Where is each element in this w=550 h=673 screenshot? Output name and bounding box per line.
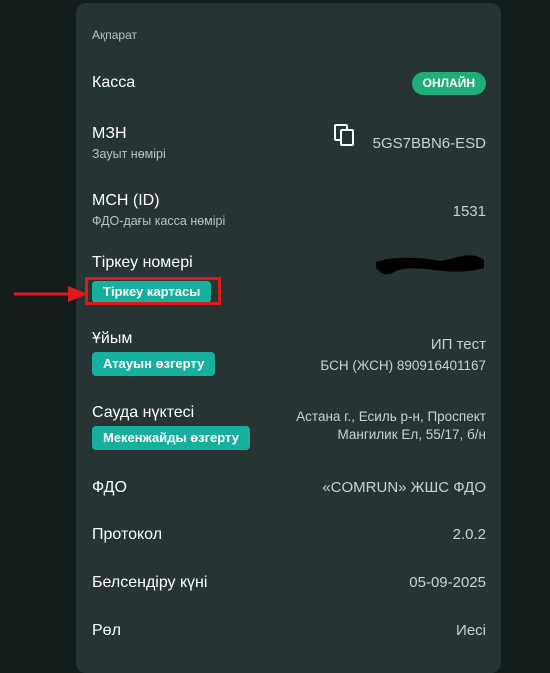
protocol-label: Протокол xyxy=(92,526,163,543)
copy-icon[interactable] xyxy=(334,124,356,153)
row-role: Рөл Иесі xyxy=(92,622,486,644)
registration-label: Тіркеу номері xyxy=(92,254,193,271)
mzn-label: МЗН xyxy=(92,125,127,142)
change-address-button[interactable]: Мекенжайды өзгерту xyxy=(92,426,250,450)
section-title: Ақпарат xyxy=(92,28,138,42)
fdo-value: «COMRUN» ЖШС ФДО xyxy=(322,479,486,496)
activation-label: Белсендіру күні xyxy=(92,574,208,591)
row-protocol: Протокол 2.0.2 xyxy=(92,526,486,548)
fdo-label: ФДО xyxy=(92,479,127,496)
mzn-value: 5GS7BBN6-ESD xyxy=(372,135,486,152)
address-line2: Мангилик Ел, 55/17, б/н xyxy=(337,427,486,442)
mch-value: 1531 xyxy=(452,203,486,220)
annotation-arrow-icon xyxy=(14,285,90,308)
organization-label: Ұйым xyxy=(92,330,133,347)
protocol-value: 2.0.2 xyxy=(452,526,486,543)
row-kassa: Касса ОНЛАЙН xyxy=(92,72,486,98)
info-card: Ақпарат Касса ОНЛАЙН МЗН Зауыт нөмірі 5G… xyxy=(76,3,501,673)
organization-name: ИП тест xyxy=(430,336,486,353)
row-mzn: МЗН Зауыт нөмірі 5GS7BBN6-ESD xyxy=(92,124,486,165)
address-line1: Астана г., Есиль р-н, Проспект xyxy=(296,409,486,424)
role-label: Рөл xyxy=(92,622,121,639)
activation-value: 05-09-2025 xyxy=(409,574,486,591)
row-sales-point: Сауда нүктесі Мекенжайды өзгерту Астана … xyxy=(92,404,486,454)
organization-bin: БСН (ЖСН) 890916401167 xyxy=(320,358,486,373)
sales-point-label: Сауда нүктесі xyxy=(92,404,195,421)
mch-label: МСН (ID) xyxy=(92,192,160,209)
row-mch: МСН (ID) ФДО-дағы касса нөмірі 1531 xyxy=(92,192,486,232)
mzn-sublabel: Зауыт нөмірі xyxy=(92,147,166,161)
row-activation: Белсендіру күні 05-09-2025 xyxy=(92,574,486,596)
kassa-label: Касса xyxy=(92,74,136,91)
annotation-highlight-box xyxy=(85,277,221,305)
rename-button[interactable]: Атауын өзгерту xyxy=(92,352,216,376)
row-fdo: ФДО «COMRUN» ЖШС ФДО xyxy=(92,479,486,501)
mch-sublabel: ФДО-дағы касса нөмірі xyxy=(92,214,226,228)
status-badge: ОНЛАЙН xyxy=(411,72,486,95)
role-value: Иесі xyxy=(456,622,486,639)
redacted-registration-number xyxy=(374,252,486,281)
row-organization: Ұйым Атауын өзгерту ИП тест БСН (ЖСН) 89… xyxy=(92,330,486,380)
